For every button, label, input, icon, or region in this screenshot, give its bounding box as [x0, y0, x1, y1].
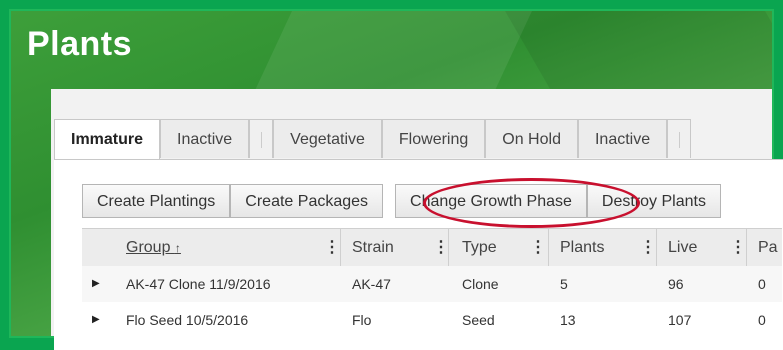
tab-inactive-2[interactable]: Inactive — [577, 119, 668, 158]
cell-strain: Flo — [352, 312, 372, 328]
tab-on-hold[interactable]: On Hold — [485, 119, 578, 158]
page-title: Plants — [27, 25, 133, 63]
tab-inactive[interactable]: Inactive — [160, 119, 250, 158]
column-header-plants[interactable]: Plants — [560, 229, 604, 267]
cell-strain: AK-47 — [352, 276, 391, 292]
vertical-dots-icon[interactable]: ⋮ — [640, 238, 656, 258]
cell-packages: 0 — [758, 276, 766, 292]
tab-separator — [667, 119, 692, 158]
vertical-dots-icon[interactable]: ⋮ — [433, 238, 449, 258]
column-label-group: Group — [126, 239, 171, 256]
column-header-packages[interactable]: Pa — [758, 229, 778, 267]
cell-group: AK-47 Clone 11/9/2016 — [126, 276, 271, 292]
tab-immature[interactable]: Immature — [54, 119, 161, 160]
column-header-strain[interactable]: Strain — [352, 229, 394, 267]
create-packages-button[interactable]: Create Packages — [230, 184, 384, 218]
sort-ascending-icon: ↑ — [174, 241, 181, 255]
triangle-right-icon[interactable]: ▶ — [92, 302, 100, 338]
cell-live: 96 — [668, 276, 684, 292]
table-row[interactable]: ▶ Flo Seed 10/5/2016 Flo Seed 13 107 0 — [82, 302, 782, 338]
create-plantings-button[interactable]: Create Plantings — [82, 184, 231, 218]
column-header-live[interactable]: Live — [668, 229, 697, 267]
vertical-dots-icon[interactable]: ⋮ — [324, 238, 340, 258]
cell-type: Clone — [462, 276, 499, 292]
header-decoration — [250, 11, 532, 101]
cell-type: Seed — [462, 312, 495, 328]
cell-group: Flo Seed 10/5/2016 — [126, 312, 249, 328]
grid-header: Group ↑ ⋮ Strain ⋮ Type ⋮ Plants ⋮ Live … — [82, 228, 782, 268]
column-header-type[interactable]: Type — [462, 229, 497, 267]
triangle-right-icon[interactable]: ▶ — [92, 266, 100, 302]
tab-flowering[interactable]: Flowering — [381, 119, 486, 158]
highlight-circle — [423, 178, 640, 228]
cell-plants: 5 — [560, 276, 568, 292]
cell-live: 107 — [668, 312, 692, 328]
tab-vegetative[interactable]: Vegetative — [273, 119, 382, 158]
tab-separator — [249, 119, 274, 158]
vertical-dots-icon[interactable]: ⋮ — [530, 238, 546, 258]
table-row[interactable]: ▶ AK-47 Clone 11/9/2016 AK-47 Clone 5 96… — [82, 266, 782, 302]
phase-tabs: Immature Inactive Vegetative Flowering O… — [54, 119, 692, 160]
cell-packages: 0 — [758, 312, 766, 328]
column-header-group[interactable]: Group ↑ — [126, 229, 181, 267]
vertical-dots-icon[interactable]: ⋮ — [730, 238, 746, 258]
cell-plants: 13 — [560, 312, 576, 328]
header-decoration — [505, 11, 772, 101]
